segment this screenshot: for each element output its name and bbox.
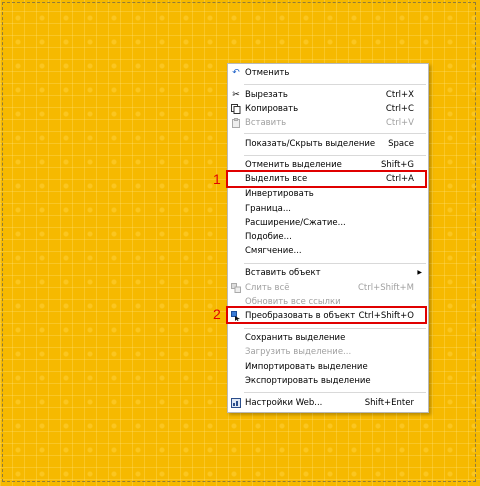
submenu-arrow-icon: ▶ <box>417 269 422 276</box>
menu-item-feather[interactable]: Смягчение... <box>228 244 428 258</box>
menu-item-cut[interactable]: ✂ Вырезать Ctrl+X <box>228 88 428 102</box>
menu-item-import-selection[interactable]: Импортировать выделение <box>228 360 428 374</box>
menu-item-web-settings[interactable]: Настройки Web... Shift+Enter <box>228 396 428 410</box>
menu-item-invert[interactable]: Инвертировать <box>228 187 428 201</box>
annotation-marker-2: 2 <box>213 306 221 322</box>
undo-icon: ↶ <box>232 68 240 78</box>
menu-item-save-selection[interactable]: Сохранить выделение <box>228 331 428 345</box>
copy-icon <box>231 104 241 114</box>
menu-item-export-selection[interactable]: Экспортировать выделение <box>228 374 428 388</box>
menu-item-load-selection[interactable]: Загрузить выделение... <box>228 345 428 359</box>
merge-icon <box>231 283 241 293</box>
menu-item-grow-shrink[interactable]: Расширение/Сжатие... <box>228 216 428 230</box>
web-settings-icon <box>231 398 241 408</box>
annotation-marker-1: 1 <box>213 171 221 187</box>
scissors-icon: ✂ <box>232 90 240 100</box>
menu-item-similar[interactable]: Подобие... <box>228 230 428 244</box>
highlight-box-select-all <box>226 170 427 188</box>
menu-item-undo[interactable]: ↶ Отменить <box>228 66 428 80</box>
context-menu: ↶ Отменить ✂ Вырезать Ctrl+X Копировать … <box>227 63 429 413</box>
menu-separator <box>244 392 426 393</box>
menu-separator <box>244 328 426 329</box>
menu-separator <box>244 133 426 134</box>
menu-separator <box>244 263 426 264</box>
menu-item-show-hide-selection[interactable]: Показать/Скрыть выделение Space <box>228 137 428 151</box>
menu-item-border[interactable]: Граница... <box>228 202 428 216</box>
highlight-box-convert-object <box>226 306 427 324</box>
menu-item-copy[interactable]: Копировать Ctrl+C <box>228 102 428 116</box>
menu-item-paste[interactable]: Вставить Ctrl+V <box>228 116 428 130</box>
menu-item-merge-all[interactable]: Слить всё Ctrl+Shift+M <box>228 281 428 295</box>
menu-separator <box>244 84 426 85</box>
menu-separator <box>244 155 426 156</box>
paste-icon <box>231 118 241 128</box>
menu-item-insert-object[interactable]: Вставить объект ▶ <box>228 266 428 280</box>
